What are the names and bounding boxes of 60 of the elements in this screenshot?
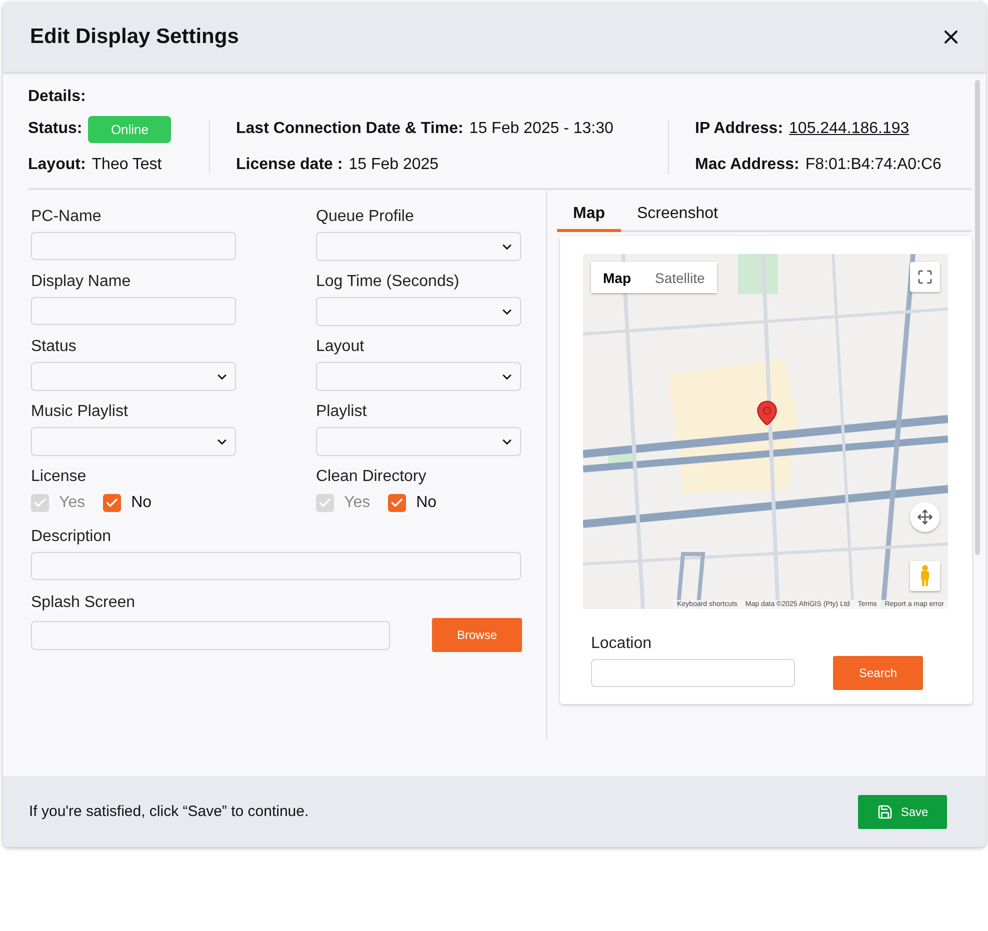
mac-address-label: Mac Address: <box>695 156 800 174</box>
person-icon <box>919 565 931 587</box>
field-label: Music Playlist <box>31 403 129 421</box>
field-label: Display Name <box>31 273 132 291</box>
mac-address-value: F8:01:B4:74:A0:C6 <box>805 156 942 174</box>
last-connection-label: Last Connection Date & Time: <box>236 120 464 138</box>
field-label: Log Time (Seconds) <box>316 273 460 291</box>
field-label: PC-Name <box>31 208 102 226</box>
field-label: Location <box>591 635 652 653</box>
checkbox[interactable] <box>388 494 406 512</box>
field-label: Queue Profile <box>316 208 415 226</box>
details-heading: Details: <box>28 88 87 106</box>
ip-address-label: IP Address: <box>695 120 784 138</box>
field-label: Status <box>31 338 78 356</box>
check-icon <box>390 496 404 510</box>
dropdown[interactable] <box>316 297 521 326</box>
check-icon <box>105 496 120 510</box>
check-icon <box>33 496 47 510</box>
license-date-label: License date : <box>236 156 343 174</box>
footer-message: If you're satisfied, click “Save” to continue. <box>29 803 309 820</box>
field-label: Layout <box>316 338 366 356</box>
license-date-value: 15 Feb 2025 <box>348 156 439 174</box>
location-field[interactable] <box>591 659 795 687</box>
fullscreen-button[interactable] <box>910 262 940 292</box>
checkbox[interactable] <box>103 494 122 512</box>
checkbox-label: Yes <box>344 494 370 512</box>
field-label: Description <box>31 528 112 546</box>
status-label: Status: <box>28 120 82 138</box>
fullscreen-icon <box>917 269 933 285</box>
layout-value: Theo Test <box>92 156 162 174</box>
layout-label: Layout: <box>28 156 86 174</box>
dropdown[interactable] <box>316 232 521 261</box>
tab[interactable]: Screenshot <box>621 202 734 232</box>
dropdown[interactable] <box>31 362 236 391</box>
save-button[interactable]: Save <box>858 794 947 828</box>
status-badge: Online <box>88 116 172 142</box>
dropdown[interactable] <box>31 427 236 456</box>
field-label: Playlist <box>316 403 368 421</box>
ip-address-link[interactable]: 105.244.186.193 <box>789 120 910 138</box>
checkbox-label: Yes <box>59 494 86 512</box>
checkbox-label: No <box>131 494 152 512</box>
text-field[interactable] <box>31 297 236 325</box>
check-icon <box>318 496 332 510</box>
scrollbar[interactable] <box>975 80 980 555</box>
map-type-toggle[interactable]: Satellite <box>643 262 717 293</box>
text-field[interactable] <box>31 232 236 260</box>
description-field[interactable] <box>31 552 521 580</box>
field-label: Splash Screen <box>31 594 136 612</box>
move-arrows-icon <box>917 509 933 525</box>
person-figure-button[interactable] <box>910 561 940 591</box>
field-label: License <box>31 468 88 486</box>
map-type-toggle[interactable]: Map <box>591 262 643 293</box>
checkbox-label: No <box>416 494 437 512</box>
splash-screen-field[interactable] <box>31 620 390 650</box>
tab[interactable]: Map <box>557 202 621 232</box>
dropdown[interactable] <box>316 362 521 391</box>
dropdown[interactable] <box>316 427 521 456</box>
dialog-title: Edit Display Settings <box>30 25 239 49</box>
field-label: Clean Directory <box>316 468 428 486</box>
last-connection-value: 15 Feb 2025 - 13:30 <box>469 120 614 138</box>
